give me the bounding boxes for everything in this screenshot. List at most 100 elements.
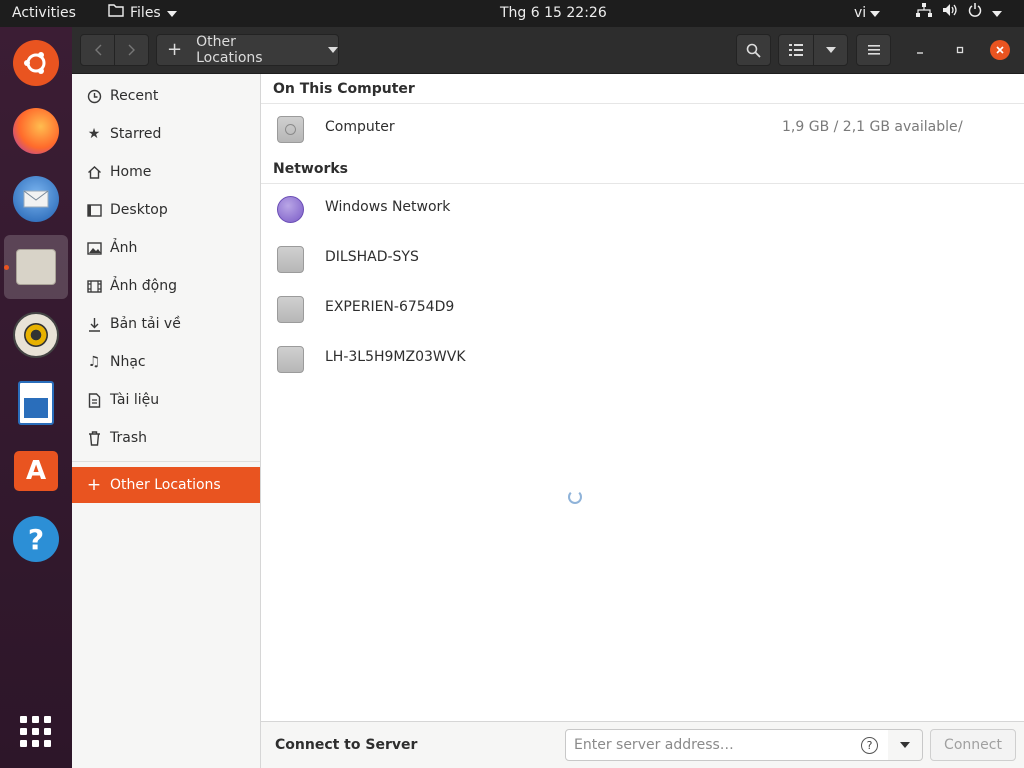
connect-button[interactable]: Connect	[930, 729, 1016, 761]
system-tray[interactable]	[916, 0, 1002, 27]
desktop-icon	[86, 202, 102, 218]
loading-spinner-icon	[568, 490, 582, 504]
clock[interactable]: Thg 6 15 22:26	[500, 0, 607, 27]
activities-button[interactable]: Activities	[12, 0, 76, 27]
chevron-down-icon	[870, 10, 881, 17]
sidebar-item-starred[interactable]: ★ Starred	[72, 116, 260, 152]
path-bar-other-locations[interactable]: + Other Locations	[156, 34, 339, 66]
hamburger-menu-button[interactable]	[856, 34, 891, 66]
dock-libreoffice-writer[interactable]	[4, 371, 68, 435]
server-address-input[interactable]	[565, 729, 889, 761]
location-row-computer[interactable]: Computer 1,9 GB / 2,1 GB available /	[261, 104, 1024, 154]
app-menu-label: Files	[130, 5, 161, 21]
help-circle-icon[interactable]: ?	[861, 737, 878, 754]
sidebar-item-label: Home	[110, 164, 152, 180]
top-bar: Activities Files Thg 6 15 22:26 vi	[0, 0, 1024, 27]
list-view-button[interactable]	[778, 34, 814, 66]
dock: A ?	[0, 27, 72, 768]
document-icon	[86, 392, 102, 408]
sidebar-item-label: Starred	[110, 126, 162, 142]
dock-software[interactable]: A	[4, 439, 68, 503]
sidebar-item-label: Ảnh	[110, 240, 138, 256]
files-window: + Other Locations Recent ★ Starred Home …	[72, 27, 1024, 768]
sidebar-item-desktop[interactable]: Desktop	[72, 192, 260, 228]
chevron-down-icon	[328, 47, 338, 53]
sidebar-item-label: Nhạc	[110, 354, 146, 370]
running-indicator	[4, 265, 9, 270]
language-label: vi	[854, 5, 867, 21]
sidebar: Recent ★ Starred Home Desktop Ảnh Ảnh độ…	[72, 74, 261, 768]
chevron-down-icon	[992, 10, 1002, 17]
network-server-icon	[277, 346, 304, 373]
document-writer-icon	[18, 381, 54, 425]
dock-thunderbird[interactable]	[4, 167, 68, 231]
sidebar-item-trash[interactable]: Trash	[72, 420, 260, 456]
sidebar-item-label: Desktop	[110, 202, 168, 218]
forward-button[interactable]	[114, 34, 149, 66]
search-button[interactable]	[736, 34, 771, 66]
folder-icon	[108, 0, 124, 27]
language-indicator[interactable]: vi	[854, 0, 881, 27]
dock-help[interactable]: ?	[4, 507, 68, 571]
locations-list: On This Computer Computer 1,9 GB / 2,1 G…	[261, 74, 1024, 721]
location-name: DILSHAD-SYS	[325, 249, 419, 265]
files-icon	[16, 249, 56, 285]
connect-to-server-label: Connect to Server	[275, 737, 418, 753]
search-icon	[746, 43, 761, 58]
sidebar-item-home[interactable]: Home	[72, 154, 260, 190]
dock-firefox[interactable]	[4, 99, 68, 163]
dock-ubuntu[interactable]	[4, 31, 68, 95]
maximize-icon	[956, 46, 964, 54]
sidebar-item-pictures[interactable]: Ảnh	[72, 230, 260, 266]
minimize-button[interactable]	[910, 40, 930, 60]
section-title-on-this-computer: On This Computer	[273, 81, 415, 97]
sidebar-separator	[72, 461, 260, 462]
network-globe-icon	[277, 196, 304, 223]
location-row-network-host[interactable]: LH-3L5H9MZ03WVK	[261, 334, 1024, 384]
sidebar-item-videos[interactable]: Ảnh động	[72, 268, 260, 304]
maximize-button[interactable]	[950, 40, 970, 60]
sidebar-item-downloads[interactable]: Bản tải về	[72, 306, 260, 342]
chevron-down-icon	[166, 10, 177, 17]
view-options-button[interactable]	[813, 34, 848, 66]
sidebar-item-documents[interactable]: Tài liệu	[72, 382, 260, 418]
sidebar-item-recent[interactable]: Recent	[72, 78, 260, 114]
location-row-network-host[interactable]: EXPERIEN-6754D9	[261, 284, 1024, 334]
location-row-windows-network[interactable]: Windows Network	[261, 184, 1024, 234]
firefox-icon	[13, 108, 59, 154]
picture-icon	[86, 240, 102, 256]
app-menu-files[interactable]: Files	[108, 0, 177, 27]
network-server-icon	[277, 246, 304, 273]
star-icon: ★	[87, 126, 101, 142]
list-view-icon	[789, 44, 803, 56]
hard-disk-icon	[277, 116, 304, 143]
connect-to-server-bar: Connect to Server ? Connect	[261, 721, 1024, 768]
dock-rhythmbox[interactable]	[4, 303, 68, 367]
network-server-icon	[277, 296, 304, 323]
home-icon	[86, 164, 102, 180]
close-button[interactable]	[990, 40, 1010, 60]
dock-show-apps[interactable]	[4, 700, 68, 764]
sidebar-item-label: Recent	[110, 88, 159, 104]
location-name: Windows Network	[325, 199, 451, 215]
back-button[interactable]	[80, 34, 115, 66]
chevron-right-icon	[128, 44, 135, 56]
software-store-icon: A	[14, 451, 58, 491]
sidebar-item-other-locations[interactable]: + Other Locations	[72, 467, 260, 503]
chevron-left-icon	[94, 44, 101, 56]
dock-files[interactable]	[4, 235, 68, 299]
location-name: Computer	[325, 119, 395, 135]
power-icon	[968, 0, 982, 27]
location-row-network-host[interactable]: DILSHAD-SYS	[261, 234, 1024, 284]
network-icon	[916, 0, 932, 27]
recent-servers-dropdown[interactable]	[888, 729, 923, 761]
clock-icon	[86, 88, 102, 104]
plus-icon: +	[86, 475, 102, 495]
disk-usage: 1,9 GB / 2,1 GB available	[782, 119, 958, 135]
sidebar-item-music[interactable]: ♫ Nhạc	[72, 344, 260, 380]
location-name: LH-3L5H9MZ03WVK	[325, 349, 466, 365]
app-grid-icon	[20, 716, 51, 747]
download-icon	[86, 316, 102, 332]
video-icon	[86, 278, 102, 294]
sidebar-item-label: Bản tải về	[110, 316, 181, 332]
